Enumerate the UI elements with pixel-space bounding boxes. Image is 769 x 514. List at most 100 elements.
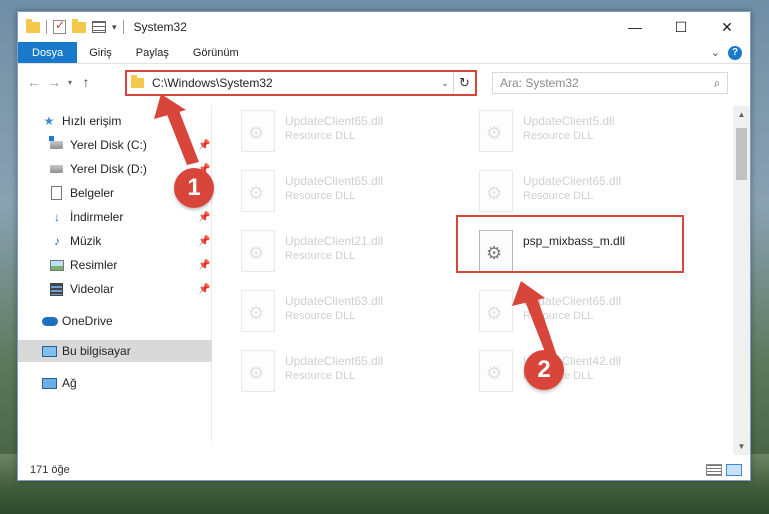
pin-icon[interactable]: 📌 xyxy=(198,236,210,247)
navigation-bar: ← → ▾ ↑ C:\Windows\System32 ⌄ ↻ Ara: Sys… xyxy=(18,65,750,99)
close-button[interactable]: ✕ xyxy=(704,12,750,42)
list-item[interactable]: UpdateClient65.dll Resource DLL xyxy=(237,348,467,394)
sidebar-item-label: Videolar xyxy=(70,282,114,296)
pin-icon[interactable]: 📌 xyxy=(198,284,210,295)
sidebar-item-label: Müzik xyxy=(70,234,102,248)
music-icon: ♪ xyxy=(54,234,60,248)
list-item[interactable]: UpdateClient5.dll Resource DLL xyxy=(475,108,705,154)
file-type: Resource DLL xyxy=(285,310,356,322)
scrollbar-thumb[interactable] xyxy=(736,128,747,180)
scroll-down-icon[interactable]: ▼ xyxy=(733,438,750,455)
title-bar: ▾ System32 — ☐ ✕ xyxy=(18,12,750,42)
search-input[interactable]: Ara: System32 ⌕ xyxy=(492,72,728,94)
pin-icon[interactable]: 📌 xyxy=(198,140,210,151)
dll-file-icon xyxy=(479,290,513,332)
list-item[interactable]: UpdateClient65.dll Resource DLL xyxy=(237,168,467,214)
tab-view[interactable]: Görünüm xyxy=(181,42,251,63)
documents-icon xyxy=(51,186,62,200)
expand-ribbon-icon[interactable]: ⌄ xyxy=(711,46,720,59)
recent-locations-icon[interactable]: ▾ xyxy=(64,78,76,87)
onedrive-icon xyxy=(42,316,58,326)
sidebar-item-downloads[interactable]: ↓ İndirmeler 📌 xyxy=(18,206,212,228)
sidebar-item-label: Bu bilgisayar xyxy=(62,344,131,358)
sidebar-item-label: Ağ xyxy=(62,376,77,390)
sidebar-item-onedrive[interactable]: OneDrive xyxy=(18,310,212,332)
list-item[interactable]: UpdateClient65.dll Resource DLL xyxy=(237,108,467,154)
target-file-highlight xyxy=(456,215,684,273)
sidebar-item-label: Belgeler xyxy=(70,186,115,200)
sidebar-item-network[interactable]: Ağ xyxy=(18,372,212,394)
drive-c-icon xyxy=(49,136,63,149)
pictures-icon xyxy=(50,259,64,271)
sidebar-item-this-pc[interactable]: Bu bilgisayar xyxy=(18,340,212,362)
file-name: UpdateClient21.dll xyxy=(285,234,384,248)
maximize-button[interactable]: ☐ xyxy=(658,12,704,42)
navigation-pane: ★ Hızlı erişim Yerel Disk (C:) 📌 Yerel D… xyxy=(18,106,212,441)
sidebar-item-pictures[interactable]: Resimler 📌 xyxy=(18,254,212,276)
dll-file-icon xyxy=(241,230,275,272)
file-type: Resource DLL xyxy=(285,190,356,202)
pin-icon[interactable]: 📌 xyxy=(198,260,210,271)
up-arrow-icon[interactable]: ↑ xyxy=(76,74,96,90)
file-type: Resource DLL xyxy=(285,130,356,142)
sidebar-item-drive-c[interactable]: Yerel Disk (C:) 📌 xyxy=(18,134,212,156)
details-view-icon[interactable] xyxy=(706,464,722,476)
list-item[interactable]: UpdateClient65.dll Resource DLL xyxy=(475,168,705,214)
scroll-up-icon[interactable]: ▲ xyxy=(733,106,750,123)
status-bar: 171 öğe xyxy=(18,459,750,480)
list-item[interactable]: UpdateClient65.dll Resource DLL xyxy=(475,288,705,334)
dll-file-icon xyxy=(241,290,275,332)
tab-share[interactable]: Paylaş xyxy=(124,42,181,63)
file-type: Resource DLL xyxy=(285,370,356,382)
folder-icon xyxy=(26,18,40,33)
list-item[interactable]: UpdateClient42.dll Resource DLL xyxy=(475,348,705,394)
large-icons-view-icon[interactable] xyxy=(726,464,742,476)
back-arrow-icon[interactable]: ← xyxy=(24,74,44,90)
this-pc-icon xyxy=(42,345,57,357)
sidebar-item-music[interactable]: ♪ Müzik 📌 xyxy=(18,230,212,252)
downloads-icon: ↓ xyxy=(54,210,60,224)
address-dropdown-icon[interactable]: ⌄ xyxy=(437,78,453,89)
network-icon xyxy=(42,377,57,389)
checklist-icon[interactable] xyxy=(53,18,66,34)
list-item[interactable]: UpdateClient63.dll Resource DLL xyxy=(237,288,467,334)
help-icon[interactable]: ? xyxy=(728,45,742,60)
file-type: Resource DLL xyxy=(285,250,356,262)
dll-file-icon xyxy=(241,350,275,392)
list-item[interactable]: UpdateClient21.dll Resource DLL xyxy=(237,228,467,274)
window-title: System32 xyxy=(133,20,187,34)
file-name: UpdateClient5.dll xyxy=(523,114,615,128)
dll-file-icon xyxy=(241,110,275,152)
star-icon: ★ xyxy=(43,114,55,128)
step-1-badge: 1 xyxy=(174,168,214,208)
toolbar-divider xyxy=(46,20,47,34)
dll-file-icon xyxy=(479,350,513,392)
forward-arrow-icon[interactable]: → xyxy=(44,74,64,90)
file-name: UpdateClient63.dll xyxy=(285,294,384,308)
minimize-button[interactable]: — xyxy=(612,12,658,42)
dll-file-icon xyxy=(479,170,513,212)
pin-icon[interactable]: 📌 xyxy=(198,212,210,223)
search-placeholder: Ara: System32 xyxy=(500,76,579,90)
sidebar-item-videos[interactable]: Videolar 📌 xyxy=(18,278,212,300)
properties-icon[interactable] xyxy=(92,21,106,33)
window-controls: — ☐ ✕ xyxy=(612,12,750,42)
sidebar-item-label: İndirmeler xyxy=(70,210,124,224)
file-name: UpdateClient65.dll xyxy=(285,174,384,188)
sidebar-item-quick-access[interactable]: ★ Hızlı erişim xyxy=(18,110,212,132)
refresh-icon[interactable]: ↻ xyxy=(453,72,475,94)
address-bar[interactable]: C:\Windows\System32 ⌄ ↻ xyxy=(125,70,477,96)
search-icon[interactable]: ⌕ xyxy=(707,76,727,91)
dll-file-icon xyxy=(241,170,275,212)
address-path[interactable]: C:\Windows\System32 xyxy=(152,76,437,90)
file-name: UpdateClient65.dll xyxy=(523,294,622,308)
folder-icon xyxy=(131,75,144,88)
customize-toolbar-icon[interactable]: ▾ xyxy=(112,22,117,33)
tab-home[interactable]: Giriş xyxy=(77,42,124,63)
quick-access-toolbar: ▾ xyxy=(26,18,124,34)
sidebar-item-label: OneDrive xyxy=(62,314,113,328)
vertical-scrollbar[interactable]: ▲ ▼ xyxy=(733,106,750,455)
tab-file[interactable]: Dosya xyxy=(18,42,78,63)
file-name: UpdateClient65.dll xyxy=(285,354,384,368)
new-folder-icon[interactable] xyxy=(72,18,86,33)
